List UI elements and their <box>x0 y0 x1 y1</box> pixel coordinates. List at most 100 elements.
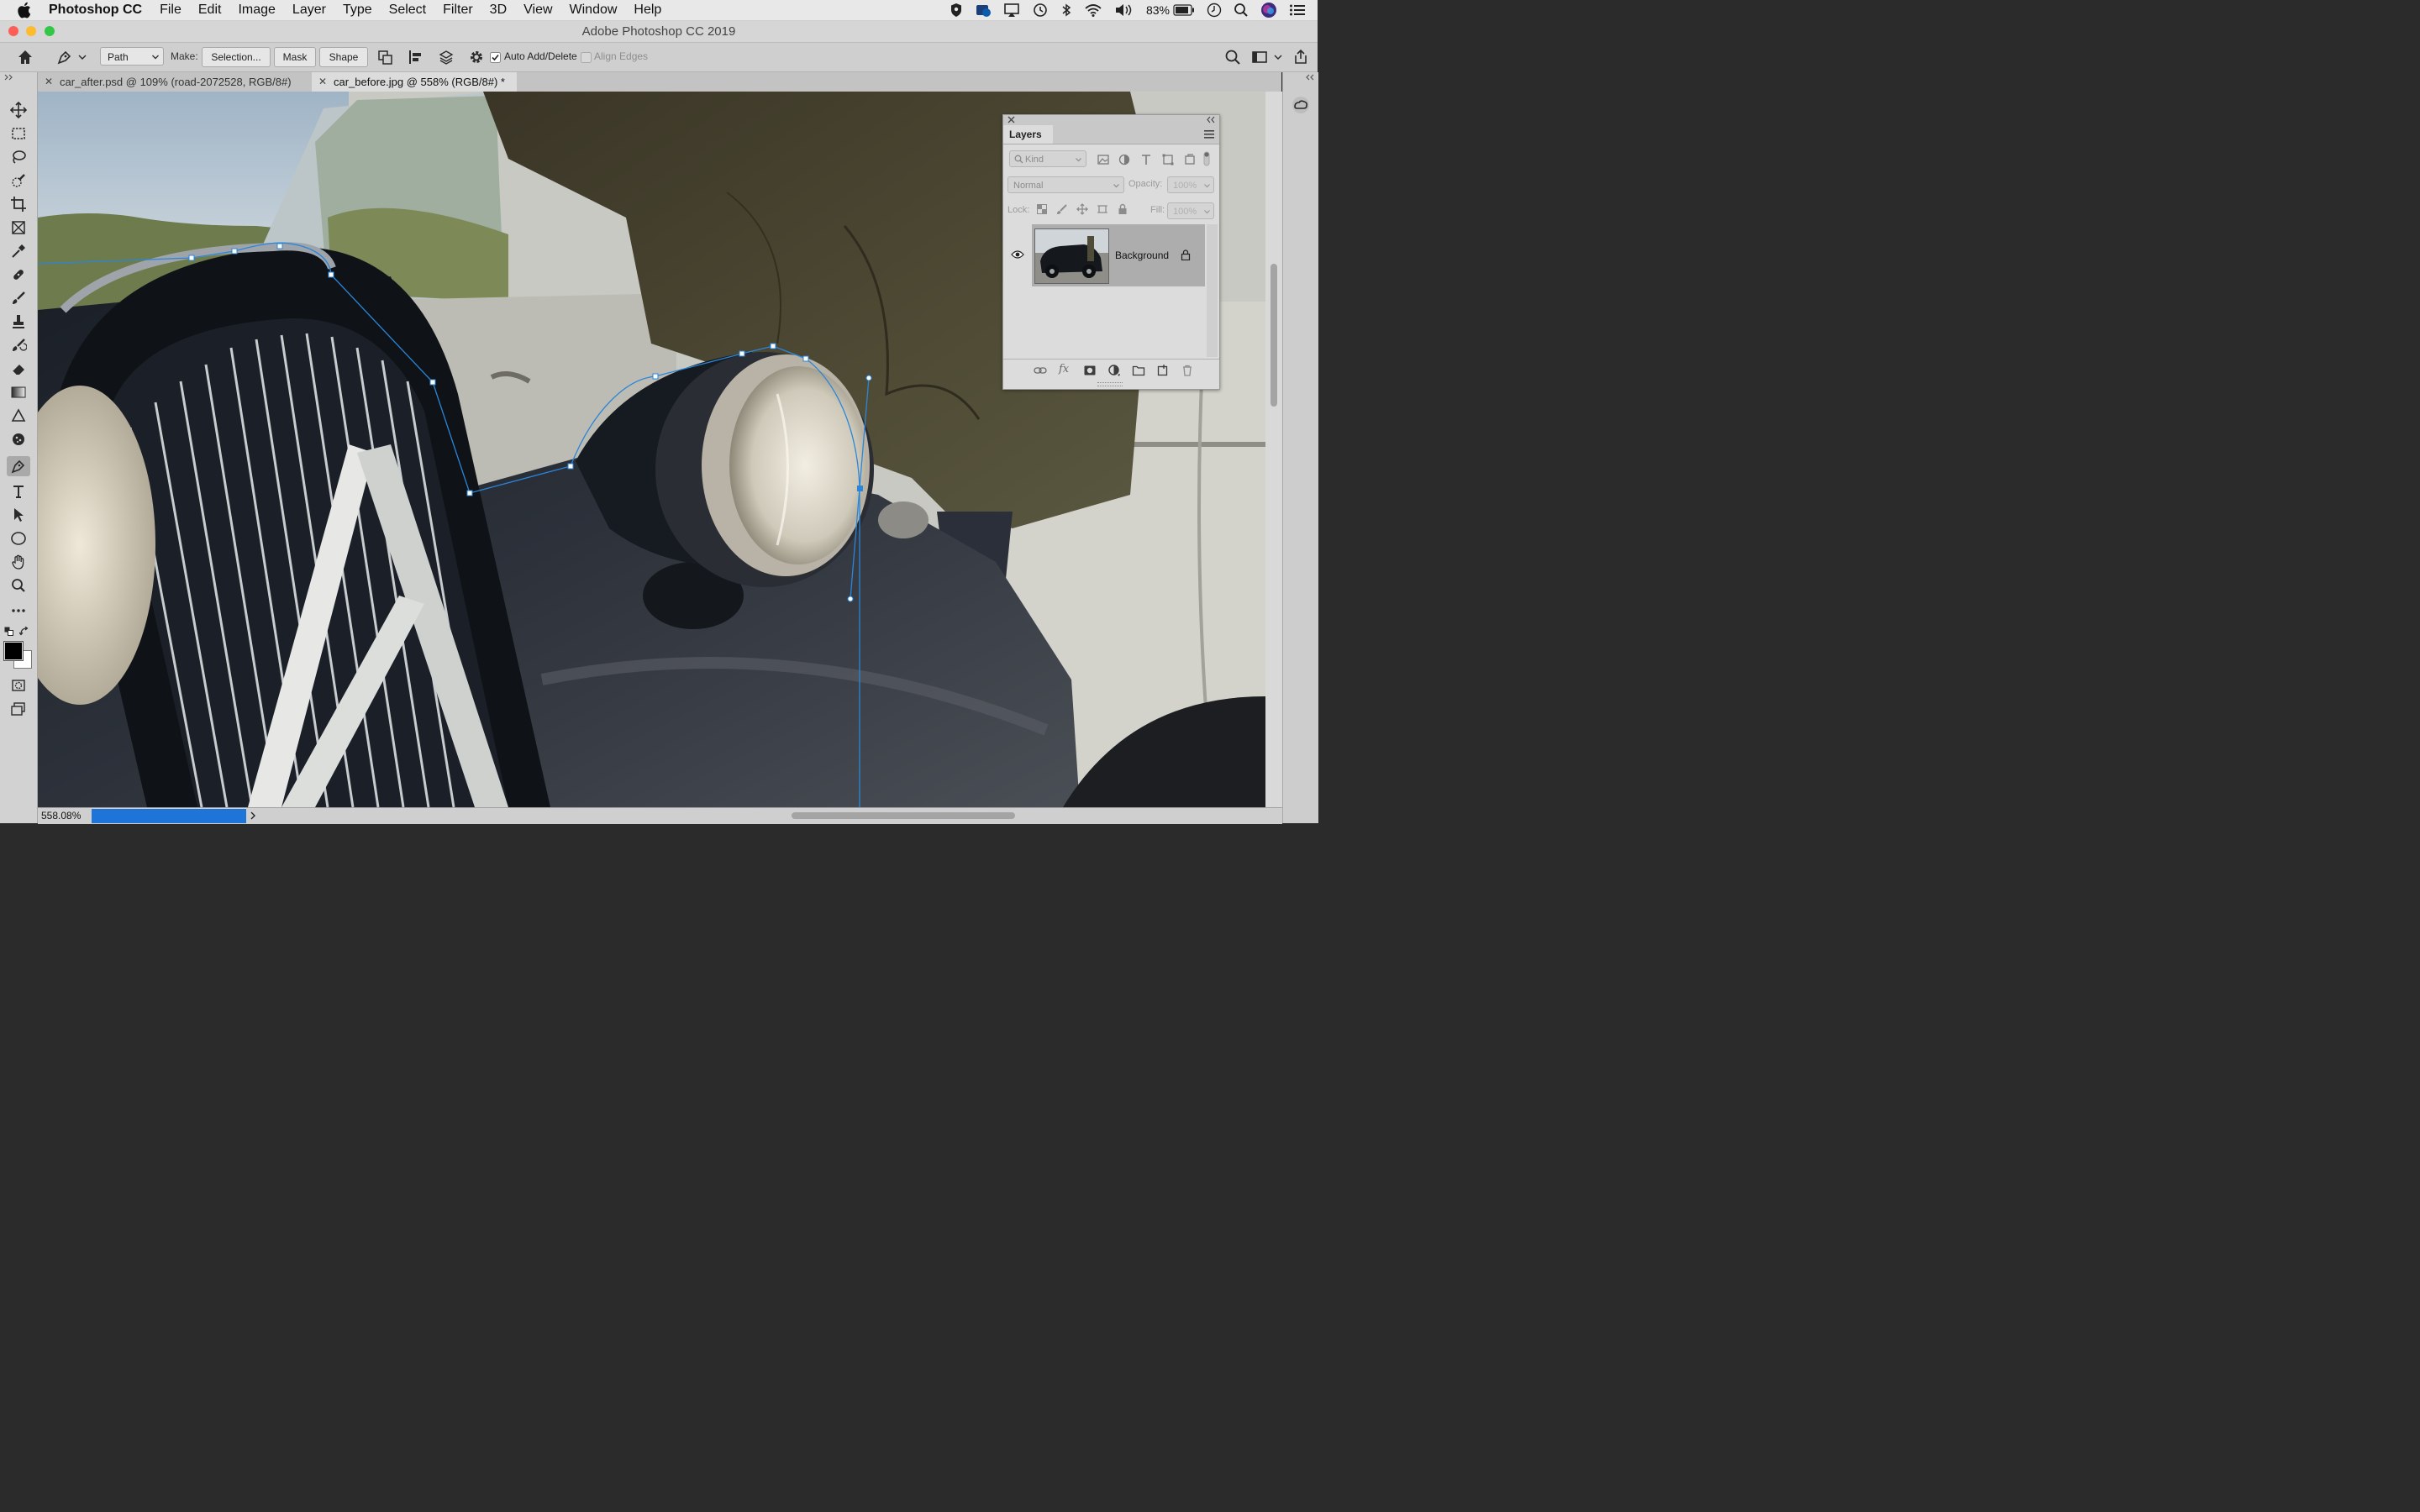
siri-icon[interactable] <box>1260 2 1277 18</box>
menu-help[interactable]: Help <box>634 3 661 18</box>
history-brush-tool[interactable] <box>7 335 30 355</box>
menu-filter[interactable]: Filter <box>443 3 473 18</box>
blend-mode-select[interactable]: Normal <box>1007 176 1124 193</box>
healing-brush-tool[interactable] <box>7 265 30 285</box>
minimize-window-button[interactable] <box>26 26 36 36</box>
close-window-button[interactable] <box>8 26 18 36</box>
lasso-tool[interactable] <box>7 147 30 167</box>
battery-icon[interactable] <box>1173 4 1195 16</box>
type-tool[interactable] <box>7 481 30 501</box>
smart-object-filter-icon[interactable] <box>1183 153 1197 166</box>
menu-type[interactable]: Type <box>343 3 372 18</box>
path-selection-tool[interactable] <box>7 505 30 525</box>
zoom-tool[interactable] <box>7 575 30 596</box>
panel-menu-icon[interactable] <box>1204 129 1214 139</box>
layer-style-fx-icon[interactable]: fx <box>1059 363 1072 376</box>
expand-panel-icon[interactable] <box>1305 74 1315 81</box>
foreground-color-swatch[interactable] <box>3 641 24 661</box>
align-edges-checkbox[interactable] <box>581 52 592 63</box>
panel-resize-grip[interactable] <box>1097 382 1123 386</box>
shield-icon[interactable] <box>950 3 963 18</box>
gradient-tool[interactable] <box>7 382 30 402</box>
make-mask-button[interactable]: Mask <box>274 47 316 67</box>
horizontal-scroll-thumb[interactable] <box>792 812 1015 819</box>
new-group-folder-icon[interactable] <box>1132 364 1145 377</box>
move-tool[interactable] <box>7 100 30 120</box>
adjustment-layer-filter-icon[interactable] <box>1118 153 1131 166</box>
path-alignment-icon[interactable] <box>407 48 425 66</box>
shape-layer-filter-icon[interactable] <box>1161 153 1175 166</box>
make-selection-button[interactable]: Selection... <box>202 47 271 67</box>
pixel-layer-filter-icon[interactable] <box>1097 153 1110 166</box>
wifi-icon[interactable] <box>1084 3 1102 18</box>
menu-photoshop[interactable]: Photoshop CC <box>49 3 142 18</box>
quick-selection-tool[interactable] <box>7 171 30 191</box>
airplay-icon[interactable] <box>1003 3 1020 18</box>
lock-image-pixels-icon[interactable] <box>1056 203 1070 217</box>
close-tab-icon[interactable]: ✕ <box>45 72 53 92</box>
crop-tool[interactable] <box>7 194 30 214</box>
screen-mode-toggle[interactable] <box>7 699 30 719</box>
vertical-scrollbar[interactable] <box>1265 92 1282 807</box>
share-icon[interactable] <box>1292 48 1310 66</box>
menu-view[interactable]: View <box>523 3 552 18</box>
menu-image[interactable]: Image <box>238 3 275 18</box>
prevent-artboard-nesting-icon[interactable] <box>1097 203 1110 217</box>
dodge-tool[interactable] <box>7 429 30 449</box>
menu-window[interactable]: Window <box>570 3 618 18</box>
path-mode-select[interactable]: Path <box>100 47 164 66</box>
zoom-level[interactable]: 558.08% <box>41 810 81 822</box>
link-layers-icon[interactable] <box>1034 364 1047 377</box>
chevron-down-icon[interactable] <box>77 48 87 66</box>
notification-center-icon[interactable] <box>1289 3 1306 17</box>
make-shape-button[interactable]: Shape <box>319 47 368 67</box>
menu-layer[interactable]: Layer <box>292 3 326 18</box>
add-mask-icon[interactable] <box>1083 364 1097 377</box>
path-operations-icon[interactable] <box>376 48 395 66</box>
hand-tool[interactable] <box>7 552 30 572</box>
layer-lock-icon[interactable] <box>1181 249 1191 260</box>
volume-icon[interactable] <box>1114 3 1134 18</box>
close-panel-icon[interactable] <box>1007 116 1015 123</box>
default-colors-icon[interactable] <box>4 627 14 637</box>
creative-cloud-libraries-icon[interactable] <box>1291 96 1311 114</box>
menu-select[interactable]: Select <box>389 3 426 18</box>
frame-tool[interactable] <box>7 218 30 238</box>
clone-stamp-tool[interactable] <box>7 312 30 332</box>
cloud-icon[interactable] <box>975 3 992 18</box>
eye-icon[interactable] <box>1011 249 1024 260</box>
search-icon[interactable] <box>1223 48 1242 66</box>
eyedropper-tool[interactable] <box>7 241 30 261</box>
clock-icon[interactable] <box>1207 3 1222 18</box>
collapse-panel-icon[interactable] <box>4 74 14 81</box>
chevron-down-icon[interactable] <box>1273 48 1283 66</box>
filter-kind-select[interactable]: Kind <box>1009 150 1086 167</box>
lock-all-icon[interactable] <box>1117 203 1130 217</box>
menu-edit[interactable]: Edit <box>198 3 222 18</box>
layer-name[interactable]: Background <box>1115 249 1169 261</box>
gear-icon[interactable] <box>467 48 486 66</box>
delete-layer-trash-icon[interactable] <box>1181 364 1194 377</box>
swap-colors-icon[interactable] <box>19 627 29 637</box>
ellipse-tool[interactable] <box>7 528 30 549</box>
marquee-tool[interactable] <box>7 123 30 144</box>
lock-transparent-pixels-icon[interactable] <box>1036 203 1050 217</box>
adjustment-layer-icon[interactable] <box>1107 364 1121 377</box>
blur-tool[interactable] <box>7 406 30 426</box>
time-machine-icon[interactable] <box>1032 3 1049 18</box>
pen-tool[interactable] <box>7 456 30 476</box>
eraser-tool[interactable] <box>7 359 30 379</box>
bluetooth-icon[interactable] <box>1060 3 1072 18</box>
pen-tool-preset-icon[interactable] <box>55 48 74 66</box>
collapse-panel-icon[interactable] <box>1207 116 1215 123</box>
auto-add-delete-checkbox[interactable] <box>490 52 501 63</box>
home-icon[interactable] <box>16 48 34 66</box>
menu-file[interactable]: File <box>160 3 182 18</box>
tab-car-before[interactable]: ✕ car_before.jpg @ 558% (RGB/8#) * <box>312 72 517 92</box>
type-layer-filter-icon[interactable] <box>1139 153 1153 166</box>
quick-mask-toggle[interactable] <box>7 675 30 696</box>
vertical-scroll-thumb[interactable] <box>1270 264 1277 407</box>
menu-3d[interactable]: 3D <box>490 3 507 18</box>
close-tab-icon[interactable]: ✕ <box>318 72 327 92</box>
zoom-window-button[interactable] <box>45 26 55 36</box>
